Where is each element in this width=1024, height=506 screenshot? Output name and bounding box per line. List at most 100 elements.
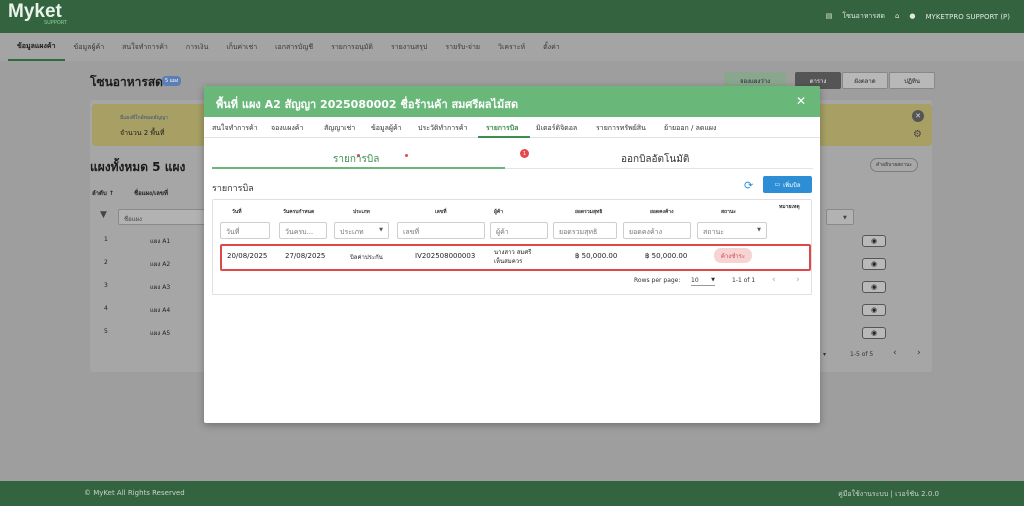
- stall-total-title: แผงทั้งหมด 5 แผง: [90, 160, 186, 174]
- subtab-auto-bill[interactable]: ออกบิลอัตโนมัติ: [621, 152, 689, 167]
- bg-row-name: แผง A5: [150, 330, 171, 337]
- bg-row-name: แผง A2: [150, 261, 171, 268]
- footer: © MyKet All Rights Reserved คู่มือใช้งาน…: [0, 481, 1024, 506]
- nav-item-stalls[interactable]: ข้อมูลแผงค้า: [8, 33, 65, 61]
- col-note[interactable]: หมายเหตุ: [779, 203, 800, 211]
- view-tab-calendar[interactable]: ปฏิทิน: [889, 72, 935, 89]
- rows-per-page-label: Rows per page:: [634, 277, 681, 284]
- prev-page-icon[interactable]: ‹: [772, 275, 776, 285]
- view-tab-map[interactable]: ผังตลาด: [842, 72, 888, 89]
- home-icon[interactable]: ⌂: [895, 13, 899, 20]
- vendor-alert-dot: [405, 154, 408, 157]
- status-filter-select[interactable]: ▼: [826, 209, 854, 225]
- active-tab-indicator: [478, 136, 530, 138]
- cell-type: บิลค่าประกัน: [350, 254, 383, 261]
- subtab-bill-list[interactable]: รายการบิล: [333, 152, 379, 167]
- filter-vendor-input[interactable]: ผู้ค้า: [490, 222, 548, 239]
- page-title: โซนอาหารสด: [90, 75, 163, 89]
- nav-item-reports[interactable]: รายงานสรุป: [382, 33, 436, 61]
- stall-detail-modal: พื้นที่ แผง A2 สัญญา 2025080002 ชื่อร้าน…: [204, 86, 820, 423]
- nav-item-accounting[interactable]: เอกสารบัญชี: [266, 33, 322, 61]
- nav-item-settings[interactable]: ตั้งค่า: [534, 33, 569, 61]
- rows-per-page-value: 10: [691, 277, 699, 284]
- gear-icon[interactable]: ⚙: [913, 129, 922, 140]
- add-bill-label: เพิ่มบิล: [783, 181, 801, 189]
- view-eye-icon[interactable]: ◉: [862, 235, 886, 247]
- col-status[interactable]: สถานะ: [721, 208, 736, 216]
- next-page-icon[interactable]: ›: [796, 275, 800, 285]
- tab-digital-meter[interactable]: มิเตอร์ดิจิตอล: [536, 123, 577, 134]
- col-number[interactable]: เลขที่: [435, 208, 447, 216]
- stall-name-filter[interactable]: ชื่อแผง: [118, 209, 208, 225]
- tab-vendor-info[interactable]: ข้อมูลผู้ค้า: [371, 123, 402, 134]
- add-bill-button[interactable]: ▭ เพิ่มบิล: [763, 176, 812, 193]
- close-icon[interactable]: ✕: [912, 110, 924, 122]
- tab-lease[interactable]: สัญญาเช่า: [324, 123, 355, 134]
- modal-header: พื้นที่ แผง A2 สัญญา 2025080002 ชื่อร้าน…: [204, 86, 820, 117]
- nav-item-finance[interactable]: การเงิน: [177, 33, 218, 61]
- cell-net-total: ฿ 50,000.00: [575, 252, 618, 260]
- filter-type-label: ประเภท: [340, 228, 364, 236]
- nav-item-vendors[interactable]: ข้อมูลผู้ค้า: [65, 33, 114, 61]
- nav-item-income-expense[interactable]: รายรับ-จ่าย: [436, 33, 489, 61]
- filter-icon[interactable]: ▼: [100, 210, 107, 220]
- cell-outstanding: ฿ 50,000.00: [645, 252, 688, 260]
- col-date[interactable]: วันที่: [232, 208, 242, 216]
- bill-card-icon: ▭: [774, 180, 781, 188]
- bg-row-name: แผง A4: [150, 307, 171, 314]
- cell-vendor-line2: เห็นสมควร: [494, 258, 523, 265]
- cell-due-date: 27/08/2025: [285, 252, 326, 260]
- filter-due-date-input[interactable]: วันครบ...: [279, 222, 327, 239]
- tab-bills[interactable]: รายการบิล: [486, 123, 518, 134]
- view-eye-icon[interactable]: ◉: [862, 304, 886, 316]
- col-stall-name[interactable]: ชื่อแผง/เลขที่: [134, 188, 168, 198]
- tab-interest[interactable]: สนใจทำการค้า: [212, 123, 258, 134]
- nav-item-rent[interactable]: เก็บค่าเช่า: [217, 33, 266, 61]
- bg-row-num: 3: [104, 282, 108, 289]
- refresh-icon[interactable]: ⟳: [744, 179, 753, 192]
- filter-date-input[interactable]: วันที่: [220, 222, 270, 239]
- prev-page-icon[interactable]: ‹: [893, 348, 897, 358]
- user-menu[interactable]: MYKETPRO SUPPORT (P): [926, 13, 1010, 21]
- col-net-total[interactable]: ยอดรวมสุทธิ: [575, 208, 602, 216]
- nav-item-interest[interactable]: สนใจทำการค้า: [113, 33, 177, 61]
- pagination-range: 1-1 of 1: [732, 277, 756, 284]
- app-logo[interactable]: Myket: [8, 2, 62, 21]
- chevron-down-icon: ▼: [379, 227, 383, 233]
- filter-number-input[interactable]: เลขที่: [397, 222, 485, 239]
- view-eye-icon[interactable]: ◉: [862, 327, 886, 339]
- tab-assets[interactable]: รายการทรัพย์สิน: [596, 123, 646, 134]
- tab-booking[interactable]: จองแผงค้า: [271, 123, 303, 134]
- next-page-icon[interactable]: ›: [917, 348, 921, 358]
- banner-title: มีแผงที่ใกล้หมดสัญญา: [120, 115, 168, 121]
- col-order[interactable]: ลำดับ ↑: [92, 188, 114, 198]
- tab-trade-history[interactable]: ประวัติทำการค้า: [418, 123, 468, 134]
- nav-item-approvals[interactable]: รายการอนุมัติ: [322, 33, 382, 61]
- rows-select-caret[interactable]: ▾: [823, 351, 826, 358]
- bg-row-name: แผง A1: [150, 238, 171, 245]
- filter-status-select[interactable]: สถานะ ▼: [697, 222, 767, 239]
- current-store[interactable]: โซนอาหารสด: [842, 11, 885, 22]
- view-eye-icon[interactable]: ◉: [862, 258, 886, 270]
- bg-row-num: 4: [104, 305, 108, 312]
- cell-number: IV202508000003: [415, 252, 476, 260]
- modal-tabs: สนใจทำการค้า จองแผงค้า สัญญาเช่า ข้อมูลผ…: [204, 117, 820, 158]
- status-badge: ค้างชำระ: [714, 248, 752, 263]
- nav-item-analysis[interactable]: วิเคราะห์: [489, 33, 534, 61]
- col-type[interactable]: ประเภท: [353, 208, 370, 216]
- subtab-active-indicator: [212, 167, 505, 169]
- manual-version[interactable]: คู่มือใช้งานระบบ | เวอร์ชัน 2.0.0: [838, 489, 939, 500]
- col-due-date[interactable]: วันครบกำหนด: [283, 208, 314, 216]
- filter-outstanding-input[interactable]: ยอดคงค้าง: [623, 222, 691, 239]
- filter-type-select[interactable]: ประเภท ▼: [334, 222, 389, 239]
- col-outstanding[interactable]: ยอดคงค้าง: [650, 208, 674, 216]
- status-help-button[interactable]: คำอธิบายสถานะ: [870, 158, 919, 172]
- filter-net-total-input[interactable]: ยอดรวมสุทธิ: [553, 222, 617, 239]
- tab-move-out[interactable]: ย้ายออก / ลดแผง: [664, 123, 716, 134]
- chevron-down-icon: ▼: [757, 227, 761, 233]
- rows-per-page-select[interactable]: 10 ▼: [691, 277, 715, 286]
- close-icon[interactable]: ✕: [796, 94, 806, 108]
- col-vendor[interactable]: ผู้ค้า: [494, 208, 503, 216]
- copyright: © MyKet All Rights Reserved: [84, 489, 185, 497]
- view-eye-icon[interactable]: ◉: [862, 281, 886, 293]
